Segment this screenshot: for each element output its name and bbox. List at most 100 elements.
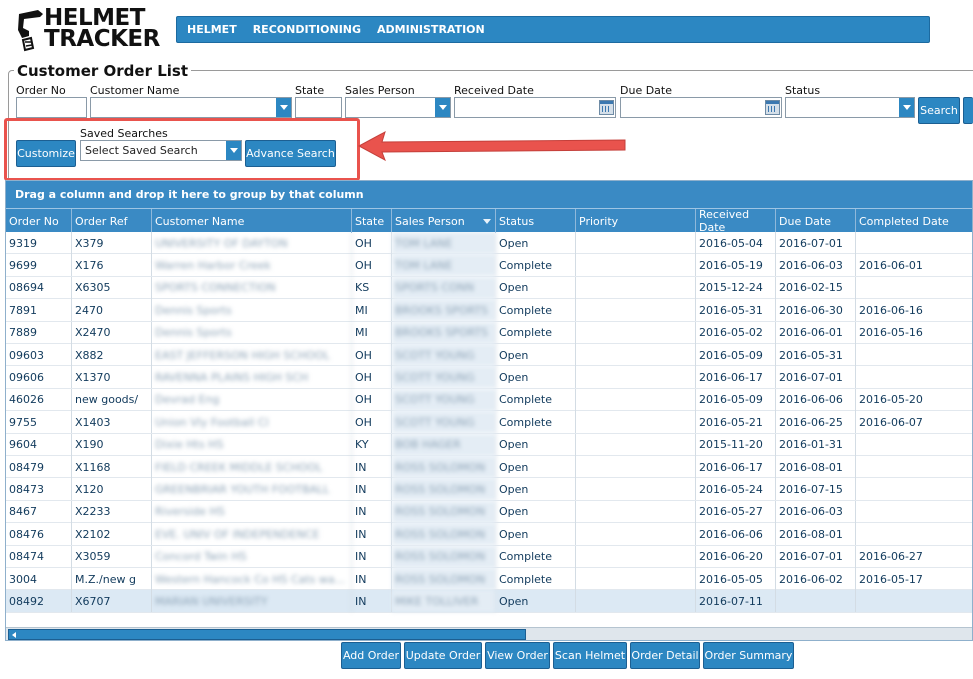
cell-order-ref: X2233 [72, 500, 152, 523]
cell-order-no: 08476 [6, 523, 72, 546]
cell-completed [856, 523, 972, 545]
table-row[interactable]: 9755 X1403 Union Vly Football Cl OH SCOTT YO… [6, 411, 972, 434]
cell-customer: Concord Twin HS [152, 545, 352, 568]
table-row[interactable]: 9699 X176 Warren Harbor Creek OH TOM LANE Com… [6, 254, 972, 277]
cell-customer: SPORTS CONNECTION [152, 276, 352, 299]
chevron-down-icon[interactable] [276, 98, 291, 117]
scan-helmet-button[interactable]: Scan Helmet [553, 642, 627, 669]
cell-customer: Warren Harbor Creek [152, 254, 352, 277]
calendar-icon[interactable] [765, 100, 780, 115]
cell-customer: FIELD CREEK MIDDLE SCHOOL [152, 456, 352, 478]
table-row[interactable]: 08476 X2102 EVE. UNIV OF INDEPENDENCE IN ROS… [6, 523, 972, 546]
search-button[interactable]: Search [918, 97, 960, 124]
cell-status: Complete [496, 545, 576, 568]
cell-customer: Dennis Sports [152, 299, 352, 322]
cell-completed: 2016-05-20 [856, 389, 972, 411]
table-row[interactable]: 9604 X190 Dixie Hts HS KY BOB HAGER Open 2015-… [6, 433, 972, 456]
cell-received: 2015-11-20 [696, 433, 776, 456]
order-detail-button[interactable]: Order Detail [630, 642, 700, 669]
cell-order-no: 9699 [6, 254, 72, 277]
cell-sales: SCOTT YOUNG [392, 411, 496, 434]
cell-received: 2016-05-27 [696, 500, 776, 523]
helmet-logo-icon [18, 10, 43, 52]
cell-customer: Devrad Eng [152, 388, 352, 411]
cell-completed: 2016-06-16 [856, 299, 972, 321]
cell-order-no: 7889 [6, 321, 72, 344]
col-header-order-no[interactable]: Order No [6, 209, 72, 233]
cell-status: Open [496, 456, 576, 478]
table-row[interactable]: 8467 X2233 Riverside HS IN ROSS SOLOMON Open 2… [6, 500, 972, 524]
table-row[interactable]: 08492 X6707 MARIAN UNIVERSITY IN MIKE TOLLIV… [6, 590, 972, 613]
table-row[interactable]: 09606 X1370 RAVENNA PLAINS HIGH SCH OH SCOTT… [6, 366, 972, 389]
cell-status: Complete [496, 299, 576, 322]
cell-status: Complete [496, 388, 576, 411]
nav-item-helmet[interactable]: HELMET [187, 23, 237, 36]
nav-item-reconditioning[interactable]: RECONDITIONING [253, 23, 361, 36]
table-row[interactable]: 9319 X379 UNIVERSITY OF DAYTON OH TOM LANE Op… [6, 232, 972, 255]
chevron-down-icon[interactable] [899, 98, 914, 117]
add-order-button[interactable]: Add Order [341, 642, 401, 669]
cell-completed [856, 590, 972, 612]
table-row[interactable]: 09603 X882 EAST JEFFERSON HIGH SCHOOL OH SCO… [6, 344, 972, 367]
col-header-completed-date[interactable]: Completed Date [856, 209, 972, 233]
state-input[interactable] [295, 97, 342, 118]
col-header-order-ref[interactable]: Order Ref [72, 209, 152, 233]
col-header-received-date[interactable]: Received Date [696, 208, 776, 234]
cell-sales: ROSS SOLOMON [392, 568, 496, 590]
cell-status: Open [496, 276, 576, 299]
update-order-button[interactable]: Update Order [404, 642, 482, 669]
cell-sales: TOM LANE [392, 254, 496, 277]
table-row[interactable]: 3004 M.Z./new g Western Hancock Co HS Cats… [6, 568, 972, 591]
cell-priority [576, 478, 696, 501]
customer-name-select[interactable] [90, 97, 292, 118]
received-date-input[interactable] [454, 97, 616, 118]
status-select[interactable] [785, 97, 915, 118]
cell-received: 2016-07-11 [696, 590, 776, 613]
col-header-due-date[interactable]: Due Date [776, 209, 856, 233]
table-row[interactable]: 08473 X120 GREENBRIAR YOUTH FOOTBALL IN ROSS… [6, 478, 972, 501]
clear-button[interactable] [963, 97, 973, 124]
calendar-icon[interactable] [599, 100, 614, 115]
table-row[interactable]: 7891 2470 Dennis Sports MI BROOKS SPORTS Comp… [6, 299, 972, 322]
cell-order-no: 3004 [6, 568, 72, 590]
cell-received: 2016-05-31 [696, 299, 776, 322]
cell-status: Open [496, 232, 576, 254]
col-header-priority[interactable]: Priority [576, 209, 696, 233]
cell-order-no: 9755 [6, 411, 72, 434]
cell-received: 2016-05-21 [696, 411, 776, 434]
cell-order-no: 9319 [6, 232, 72, 254]
cell-state: OH [352, 254, 392, 277]
cell-order-no: 9604 [6, 433, 72, 456]
logo-line2: TRACKER [44, 26, 160, 52]
cell-status: Open [496, 523, 576, 546]
group-by-panel[interactable]: Drag a column and drop it here to group … [6, 181, 972, 208]
cell-due: 2016-06-03 [776, 500, 856, 523]
cell-priority [576, 276, 696, 299]
nav-item-administration[interactable]: ADMINISTRATION [377, 23, 485, 36]
scrollbar-thumb[interactable] [8, 629, 526, 640]
due-date-input[interactable] [620, 97, 782, 118]
table-row[interactable]: 46026 new goods/Devrad Eng OH SCOTT YOUNG Co… [6, 388, 972, 412]
horizontal-scrollbar[interactable] [6, 627, 972, 640]
cell-due: 2016-06-01 [776, 321, 856, 344]
col-header-customer-name[interactable]: Customer Name [152, 209, 352, 233]
order-summary-button[interactable]: Order Summary [703, 642, 794, 669]
cell-completed [856, 232, 972, 254]
cell-priority [576, 500, 696, 523]
table-row[interactable]: 08694 X6305 SPORTS CONNECTION KS SPORTS CONN… [6, 276, 972, 300]
order-no-input[interactable] [16, 97, 87, 118]
table-row[interactable]: 08474 X3059 Concord Twin HS IN ROSS SOLOMON C… [6, 545, 972, 568]
table-row[interactable]: 7889 X2470 Dennis Sports MI BROOKS SPORTS Com… [6, 321, 972, 344]
cell-state: OH [352, 388, 392, 411]
col-header-status[interactable]: Status [496, 209, 576, 233]
col-header-state[interactable]: State [352, 209, 392, 233]
sales-person-select[interactable] [345, 97, 451, 118]
chevron-down-icon[interactable] [435, 98, 450, 117]
table-row[interactable]: 08479 X1168 FIELD CREEK MIDDLE SCHOOL IN ROS… [6, 456, 972, 479]
cell-state: OH [352, 411, 392, 434]
cell-due: 2016-06-30 [776, 299, 856, 322]
view-order-button[interactable]: View Order [485, 642, 550, 669]
col-header-sales-person[interactable]: Sales Person [392, 209, 496, 233]
sort-down-icon[interactable] [483, 219, 491, 224]
cell-completed: 2016-06-07 [856, 411, 972, 433]
